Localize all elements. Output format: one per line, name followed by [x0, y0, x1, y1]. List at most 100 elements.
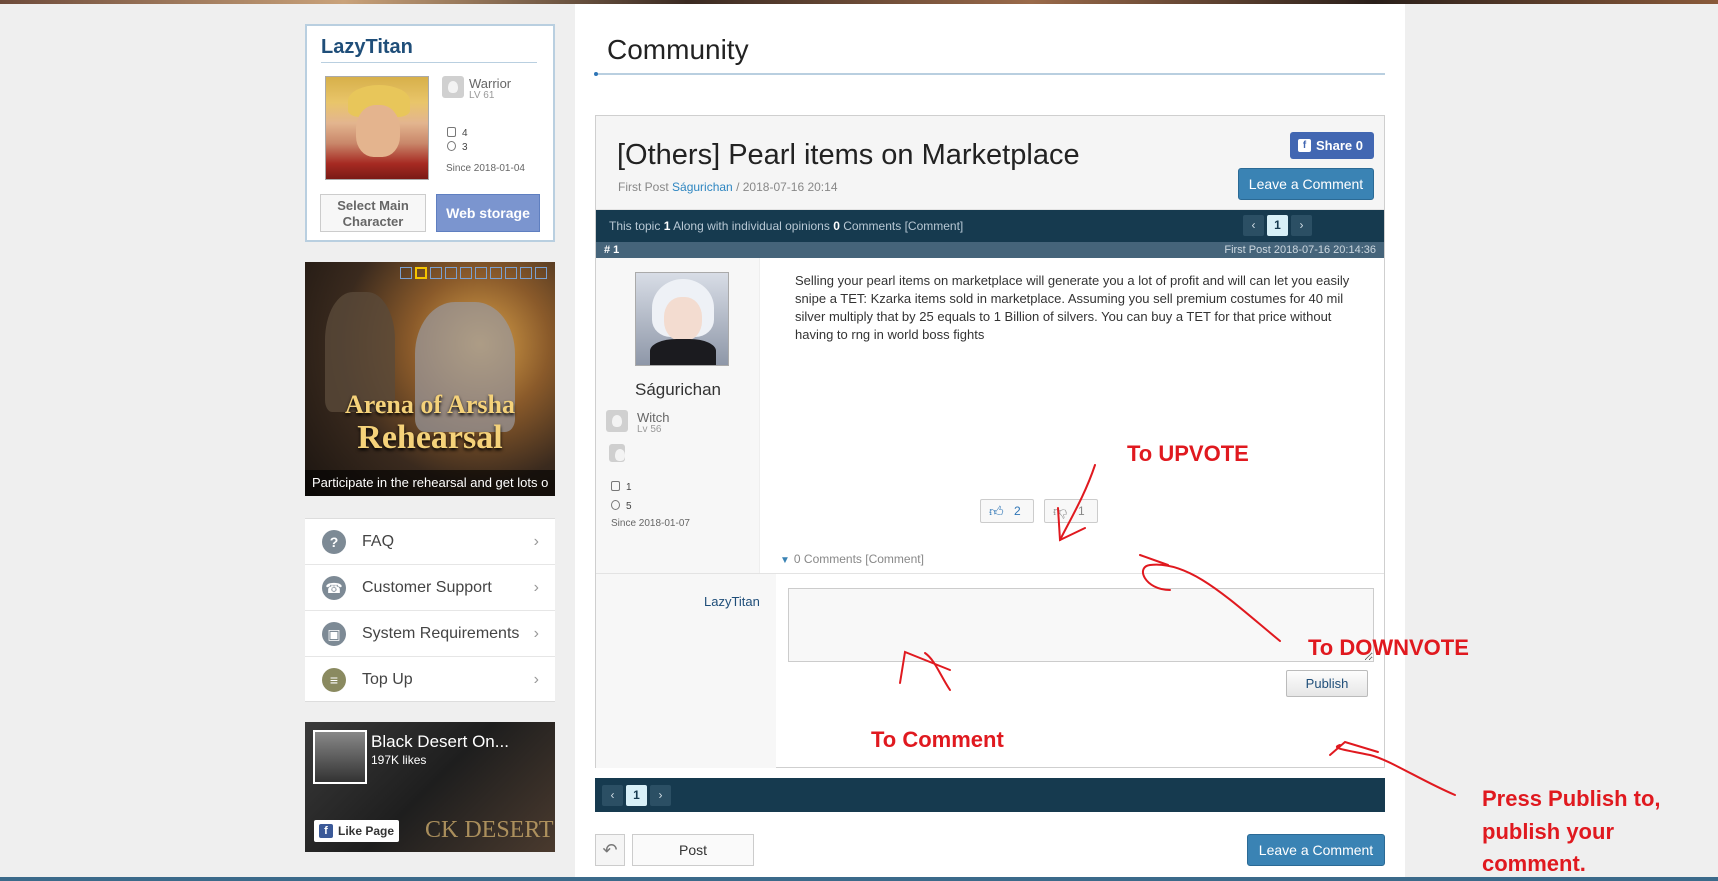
banner-title-line1: Arena of Arsha	[345, 390, 515, 419]
headset-icon: ☎	[322, 576, 346, 600]
posts-value: 4	[462, 128, 468, 139]
banner-dot[interactable]	[535, 267, 547, 279]
author-posts-count: 1	[611, 481, 632, 493]
page-title: Community	[607, 34, 749, 65]
class-level: LV 61	[469, 90, 495, 101]
author-posts-value: 1	[626, 482, 632, 493]
menu-item-faq[interactable]: ? FAQ ›	[305, 519, 555, 565]
downvote-button[interactable]: 👎︎ 1	[1044, 499, 1098, 523]
topic-count: 1	[663, 219, 671, 233]
menu-item-system-requirements[interactable]: ▣ System Requirements ›	[305, 611, 555, 657]
banner-dot-active[interactable]	[415, 267, 427, 279]
menu-item-label: Top Up	[362, 671, 413, 688]
next-page-button[interactable]: ›	[650, 785, 671, 806]
author-name[interactable]: Ságurichan	[596, 380, 760, 400]
upvote-annotation: To UPVOTE	[1127, 441, 1249, 466]
pagination-bottom: ‹ 1 ›	[602, 785, 671, 806]
facebook-likes-count: 197K likes	[371, 753, 427, 767]
author-avatar[interactable]	[635, 272, 729, 366]
posts-count: 4	[447, 127, 468, 139]
facebook-page-name[interactable]: Black Desert On...	[371, 732, 509, 752]
post-full-date: First Post 2018-07-16 20:14:36	[1224, 244, 1376, 256]
page-bottom-border	[0, 877, 1718, 881]
post-body: Selling your pearl items on marketplace …	[795, 273, 1350, 342]
banner-title-line2: Rehearsal	[357, 419, 503, 456]
profile-card: LazyTitan Warrior LV 61 4 3 Since 2018-0…	[305, 24, 555, 242]
banner-dot[interactable]	[475, 267, 487, 279]
facebook-page-thumbnail[interactable]	[313, 730, 367, 784]
like-page-label: Like Page	[338, 824, 395, 838]
web-storage-button[interactable]: Web storage	[436, 194, 540, 232]
question-icon: ?	[322, 530, 346, 554]
post-meta: First Post Ságurichan / 2018-07-16 20:14	[618, 180, 838, 194]
thumbs-down-icon: 👎︎	[1053, 503, 1068, 519]
chevron-right-icon: ›	[533, 533, 539, 550]
select-main-character-button[interactable]: Select Main Character	[320, 194, 426, 232]
prev-page-button[interactable]: ‹	[602, 785, 623, 806]
author-comments-value: 5	[626, 501, 632, 512]
profile-name[interactable]: LazyTitan	[321, 36, 413, 59]
banner-dot[interactable]	[505, 267, 517, 279]
menu-item-label: Customer Support	[362, 579, 492, 596]
author-level: Lv 56	[637, 424, 662, 435]
post-number: # 1	[604, 244, 620, 256]
comments-count: 3	[447, 141, 468, 153]
prev-page-button[interactable]: ‹	[1243, 215, 1264, 236]
banner-pagination	[400, 267, 547, 279]
facebook-icon: f	[319, 824, 333, 838]
post-button[interactable]: Post	[632, 834, 754, 866]
comment-textarea[interactable]	[788, 588, 1374, 662]
menu-item-top-up[interactable]: ≡ Top Up ›	[305, 657, 555, 703]
banner-dot[interactable]	[445, 267, 457, 279]
author-comments-count: 5	[611, 500, 632, 512]
facebook-share-button[interactable]: f Share 0	[1290, 132, 1374, 159]
publish-annotation-line1: Press Publish to,	[1482, 786, 1661, 811]
banner-dot[interactable]	[400, 267, 412, 279]
comments-toggle[interactable]: ▼ 0 Comments [Comment]	[780, 552, 924, 566]
author-since: Since 2018-01-07	[611, 518, 690, 529]
downvote-count: 1	[1078, 504, 1085, 518]
post-author-link[interactable]: Ságurichan	[672, 180, 733, 194]
menu-item-label: FAQ	[362, 533, 395, 550]
publish-button[interactable]: Publish	[1286, 670, 1368, 697]
chevron-right-icon: ›	[533, 579, 539, 596]
topic-text-mid: Along with individual opinions	[673, 219, 830, 233]
pagination-top: ‹ 1 ›	[1243, 215, 1312, 236]
post-author-panel: Ságurichan Witch Lv 56 1 5 Since 2018-01…	[596, 258, 760, 573]
character-avatar[interactable]	[325, 76, 429, 180]
witch-class-icon	[606, 410, 628, 432]
leave-comment-button-top[interactable]: Leave a Comment	[1238, 168, 1374, 200]
banner-dot[interactable]	[490, 267, 502, 279]
facebook-page-widget[interactable]: Black Desert On... 197K likes CK DESERT …	[305, 722, 555, 852]
leave-comment-button-bottom[interactable]: Leave a Comment	[1247, 834, 1385, 866]
support-menu: ? FAQ › ☎ Customer Support › ▣ System Re…	[305, 518, 555, 702]
menu-item-customer-support[interactable]: ☎ Customer Support ›	[305, 565, 555, 611]
event-banner[interactable]: Arena of Arsha Rehearsal Participate in …	[305, 262, 555, 496]
upvote-button[interactable]: 👍︎ 2	[980, 499, 1034, 523]
class-name: Warrior	[469, 76, 512, 91]
chevron-right-icon: ›	[533, 671, 539, 688]
publish-annotation-line2: publish your	[1482, 819, 1614, 844]
speech-bubble-icon	[447, 141, 456, 151]
share-label: Share 0	[1316, 138, 1363, 153]
back-button[interactable]: ↶	[595, 834, 625, 866]
monitor-icon: ▣	[322, 622, 346, 646]
profile-divider	[321, 62, 537, 63]
banner-caption: Participate in the rehearsal and get lot…	[305, 470, 555, 496]
banner-dot[interactable]	[460, 267, 472, 279]
facebook-icon: f	[1298, 139, 1311, 152]
post-title: [Others] Pearl items on Marketplace	[617, 139, 1080, 171]
next-page-button[interactable]: ›	[1291, 215, 1312, 236]
guild-badge-icon	[609, 444, 625, 462]
banner-dot[interactable]	[520, 267, 532, 279]
page-number-button[interactable]: 1	[626, 785, 647, 806]
first-post-label: First Post	[618, 180, 669, 194]
publish-annotation-line3: comment.	[1482, 851, 1586, 876]
downvote-annotation: To DOWNVOTE	[1308, 635, 1469, 660]
brand-logo-text: CK DESERT	[425, 817, 554, 843]
banner-dot[interactable]	[430, 267, 442, 279]
document-icon	[611, 481, 620, 491]
facebook-like-page-button[interactable]: f Like Page	[314, 820, 399, 842]
page-number-button[interactable]: 1	[1267, 215, 1288, 236]
comment-annotation: To Comment	[871, 727, 1004, 752]
